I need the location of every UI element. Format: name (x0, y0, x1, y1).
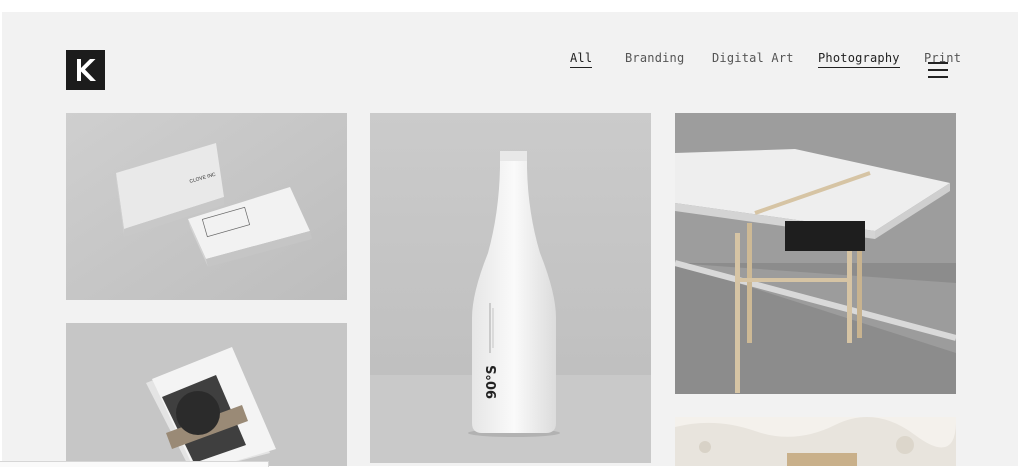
filter-branding-link[interactable]: Branding (625, 50, 684, 66)
menu-line (928, 62, 948, 64)
category-filter-nav: All Branding Digital Art Photography Pri… (2, 50, 1018, 74)
portfolio-item-table[interactable] (675, 113, 956, 394)
hamburger-menu-icon[interactable] (928, 62, 948, 78)
filter-photography-link[interactable]: Photography (818, 50, 900, 68)
status-bar (0, 461, 269, 467)
portfolio-item-texture[interactable] (675, 417, 956, 466)
bottle-label-text: 90°S (485, 365, 500, 399)
portfolio-item-business-cards[interactable]: CLOVE INC (66, 113, 347, 300)
filter-all-link[interactable]: All (570, 50, 593, 68)
menu-line (928, 69, 948, 71)
portfolio-item-bottle[interactable]: 90°S (370, 113, 651, 463)
portfolio-page: All Branding Digital Art Photography Pri… (2, 12, 1018, 466)
portfolio-item-magazine[interactable] (66, 323, 347, 466)
menu-line (928, 76, 948, 78)
filter-digital-art-link[interactable]: Digital Art (712, 50, 794, 66)
